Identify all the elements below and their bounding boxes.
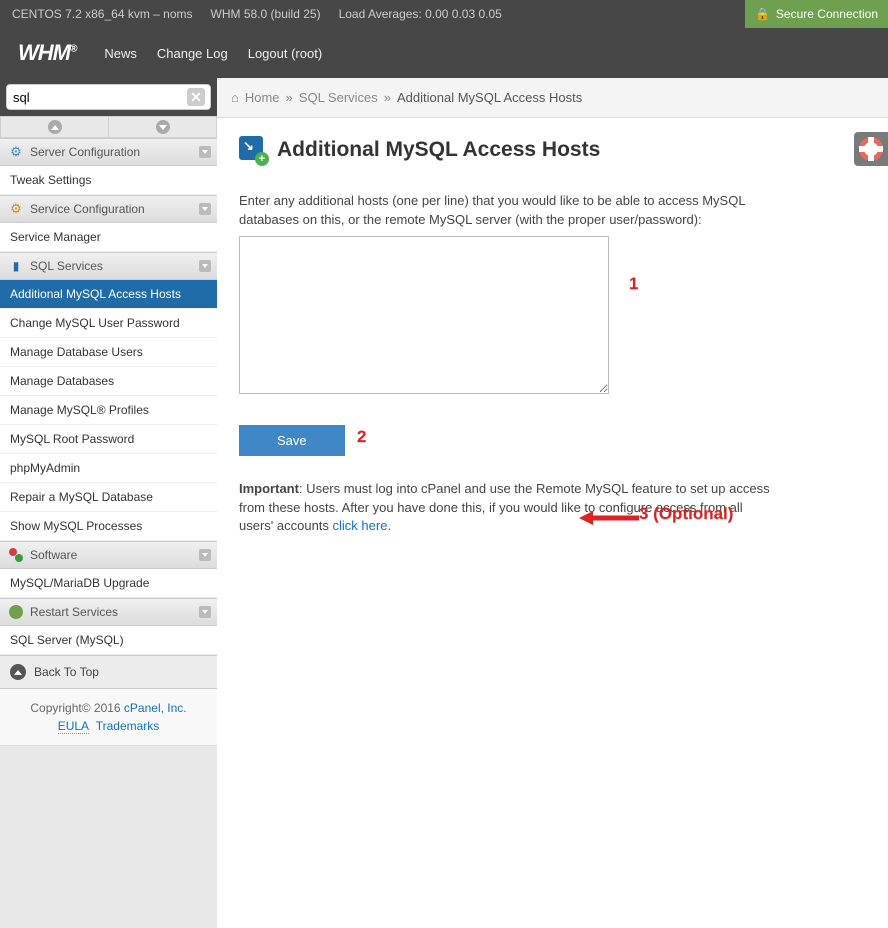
help-button[interactable] [854,132,888,166]
sidebar-item[interactable]: MySQL/MariaDB Upgrade [0,569,217,598]
sidebar-item[interactable]: MySQL Root Password [0,425,217,454]
breadcrumb-home[interactable]: Home [245,90,280,105]
mysql-hosts-icon: + [239,136,267,164]
search-input[interactable] [6,84,211,110]
sidebar-item[interactable]: SQL Server (MySQL) [0,626,217,655]
sidebar-item[interactable]: Show MySQL Processes [0,512,217,541]
eula-link[interactable]: EULA [58,719,89,734]
restart-icon [8,604,24,620]
group-header-restart[interactable]: Restart Services [0,598,217,626]
software-icon [8,547,24,563]
nav-logout[interactable]: Logout (root) [248,46,322,61]
os-info: CENTOS 7.2 x86_64 kvm – noms [12,7,193,21]
database-icon: ▮ [8,258,24,274]
breadcrumb-current: Additional MySQL Access Hosts [397,90,582,105]
clear-search-icon[interactable]: ✕ [187,88,205,106]
lock-icon: 🔒 [755,7,770,21]
trademarks-link[interactable]: Trademarks [96,719,160,733]
lifebuoy-icon [859,137,883,161]
group-header-service_config[interactable]: ⚙Service Configuration [0,195,217,223]
annotation-2: 2 [357,427,366,447]
click-here-link[interactable]: click here [333,518,388,533]
sidebar-item[interactable]: phpMyAdmin [0,454,217,483]
sidebar-item[interactable]: Tweak Settings [0,166,217,195]
secure-label: Secure Connection [776,7,878,21]
sidebar-item[interactable]: Change MySQL User Password [0,309,217,338]
whm-logo[interactable]: WHM® [10,40,84,66]
main: ⌂ Home » SQL Services » Additional MySQL… [217,78,888,928]
sidebar-item[interactable]: Additional MySQL Access Hosts [0,280,217,309]
breadcrumb: ⌂ Home » SQL Services » Additional MySQL… [217,78,888,118]
cpanel-link[interactable]: cPanel, Inc. [124,701,187,715]
nav-down-button[interactable] [108,116,217,138]
nav-up-button[interactable] [0,116,108,138]
save-button[interactable]: Save [239,425,345,456]
chevron-down-icon [199,260,211,272]
nav-changelog[interactable]: Change Log [157,46,228,61]
secure-connection-badge: 🔒 Secure Connection [745,0,888,28]
group-header-sql_services[interactable]: ▮SQL Services [0,252,217,280]
nav-news[interactable]: News [104,46,137,61]
group-header-server_config[interactable]: ⚙Server Configuration [0,138,217,166]
sidebar-item[interactable]: Service Manager [0,223,217,252]
hosts-textarea[interactable] [239,236,609,394]
header: WHM® News Change Log Logout (root) [0,28,888,78]
back-to-top-button[interactable]: Back To Top [0,655,217,689]
chevron-down-icon [199,549,211,561]
nav-arrows [0,116,217,138]
arrow-up-icon [10,664,26,680]
load-averages: Load Averages: 0.00 0.03 0.05 [339,7,502,21]
chevron-down-icon [199,203,211,215]
sidebar-footer: Copyright© 2016 cPanel, Inc. EULA Tradem… [0,689,217,746]
group-header-software[interactable]: Software [0,541,217,569]
topbar: CENTOS 7.2 x86_64 kvm – noms WHM 58.0 (b… [0,0,888,28]
home-icon: ⌂ [231,90,239,105]
sidebar-item[interactable]: Manage Database Users [0,338,217,367]
gear-icon: ⚙ [8,144,24,160]
whm-version: WHM 58.0 (build 25) [211,7,321,21]
gear-icon: ⚙ [8,201,24,217]
chevron-up-icon [48,120,62,134]
sidebar: ✕ ⚙Server ConfigurationTweak Settings⚙Se… [0,78,217,928]
sidebar-item[interactable]: Repair a MySQL Database [0,483,217,512]
intro-text: Enter any additional hosts (one per line… [239,192,779,230]
important-note: Important: Users must log into cPanel an… [239,480,779,537]
chevron-down-icon [156,120,170,134]
sidebar-item[interactable]: Manage Databases [0,367,217,396]
sidebar-item[interactable]: Manage MySQL® Profiles [0,396,217,425]
chevron-down-icon [199,606,211,618]
annotation-1: 1 [629,274,638,294]
chevron-down-icon [199,146,211,158]
page-title: + Additional MySQL Access Hosts [239,136,866,164]
breadcrumb-sql-services[interactable]: SQL Services [299,90,378,105]
